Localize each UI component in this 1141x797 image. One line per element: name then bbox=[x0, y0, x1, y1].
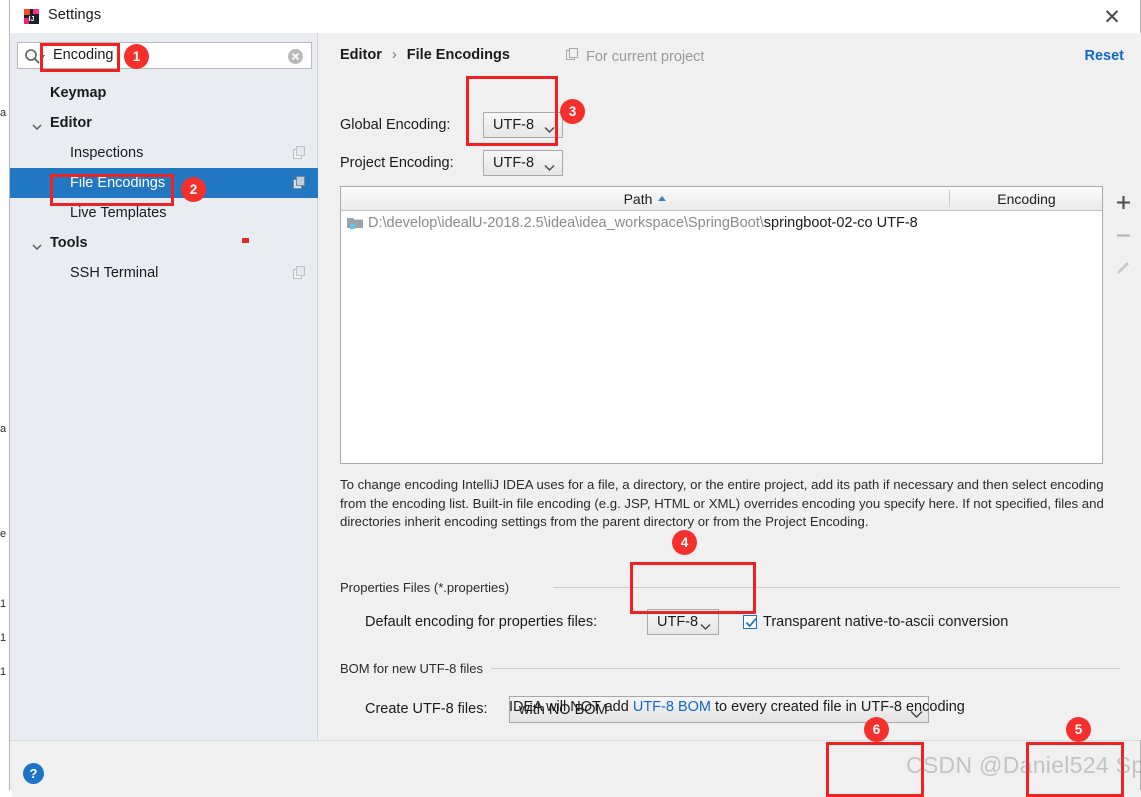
properties-section-title: Properties Files (*.properties) bbox=[340, 580, 517, 595]
sort-ascending-icon bbox=[658, 196, 667, 201]
sidebar-item-label: Keymap bbox=[50, 85, 107, 101]
settings-dialog: IJ Settings ✕ Encoding Keymap Editor Ins… bbox=[9, 0, 1141, 790]
breadcrumb-separator: › bbox=[391, 47, 397, 63]
project-encoding-label: Project Encoding: bbox=[340, 155, 454, 171]
breadcrumb-current: File Encodings bbox=[406, 47, 510, 63]
file-encodings-pane: Editor › File Encodings For current proj… bbox=[318, 33, 1141, 740]
sidebar-item-ssh-terminal[interactable]: SSH Terminal bbox=[10, 258, 318, 288]
global-encoding-select[interactable]: UTF-8 bbox=[483, 112, 563, 138]
background-glyph: 1 bbox=[0, 598, 7, 610]
column-header-path[interactable]: Path bbox=[341, 187, 949, 210]
properties-encoding-value: UTF-8 bbox=[657, 614, 699, 630]
reset-link[interactable]: Reset bbox=[1085, 48, 1125, 64]
project-encoding-select[interactable]: UTF-8 bbox=[483, 150, 563, 176]
row-path-prefix: D:\develop\idealU-2018.2.5\idea\idea_wor… bbox=[368, 215, 764, 231]
bom-section-divider bbox=[491, 668, 1120, 669]
encodings-table: Path Encoding D:\develop\idealU-2018.2.5… bbox=[340, 186, 1103, 464]
intellij-idea-icon: IJ bbox=[23, 8, 40, 25]
chevron-down-icon[interactable] bbox=[32, 239, 42, 250]
background-glyph: 1 bbox=[0, 666, 7, 678]
close-icon[interactable]: ✕ bbox=[1092, 4, 1132, 30]
bom-note-prefix: IDEA will NOT add bbox=[509, 699, 633, 715]
bom-note-link[interactable]: UTF-8 BOM bbox=[633, 699, 711, 715]
column-header-path-label: Path bbox=[623, 190, 653, 207]
screenshot-root: a a e 1 1 1 IJ Settings ✕ Encoding Keymap Edi… bbox=[0, 0, 1141, 797]
edit-path-button[interactable] bbox=[1103, 252, 1141, 285]
help-button[interactable]: ? bbox=[23, 763, 44, 784]
encodings-help-text: To change encoding IntelliJ IDEA uses fo… bbox=[340, 477, 1104, 529]
bom-note-suffix: to every created file in UTF-8 encoding bbox=[710, 699, 965, 715]
bom-section-title: BOM for new UTF-8 files bbox=[340, 661, 491, 676]
create-utf8-files-label: Create UTF-8 files: bbox=[365, 701, 488, 717]
sidebar-item-label: Editor bbox=[50, 115, 92, 131]
search-value: Encoding bbox=[53, 47, 114, 63]
copy-scope-icon bbox=[293, 266, 306, 279]
svg-text:IJ: IJ bbox=[29, 16, 35, 23]
search-icon[interactable] bbox=[24, 48, 50, 65]
remove-path-button[interactable] bbox=[1103, 219, 1141, 252]
column-header-encoding-label: Encoding bbox=[997, 190, 1056, 207]
dialog-titlebar: IJ Settings ✕ bbox=[10, 0, 1140, 34]
project-encoding-value: UTF-8 bbox=[493, 155, 535, 171]
column-header-encoding[interactable]: Encoding bbox=[950, 187, 1103, 210]
sidebar-item-keymap[interactable]: Keymap bbox=[10, 78, 318, 108]
chevron-down-icon bbox=[544, 160, 555, 172]
settings-sidebar: Encoding Keymap Editor Inspections File Enc… bbox=[10, 33, 318, 740]
global-encoding-value: UTF-8 bbox=[493, 117, 535, 133]
settings-nav: Keymap Editor Inspections File Encodings Liv… bbox=[10, 78, 318, 288]
chevron-down-icon bbox=[544, 122, 555, 134]
sidebar-item-label: Live Templates bbox=[70, 205, 167, 221]
copy-scope-icon bbox=[566, 48, 579, 65]
background-glyph: a bbox=[0, 107, 7, 119]
dialog-title: Settings bbox=[48, 7, 102, 23]
sidebar-item-editor[interactable]: Editor bbox=[10, 108, 318, 138]
sidebar-item-label: Inspections bbox=[70, 145, 144, 161]
folder-icon bbox=[347, 216, 363, 230]
for-current-project-text: For current project bbox=[586, 48, 705, 65]
sidebar-item-label: File Encodings bbox=[70, 175, 166, 191]
clear-circle-icon[interactable] bbox=[287, 48, 304, 65]
background-glyph: 1 bbox=[0, 632, 7, 644]
chevron-down-icon bbox=[700, 619, 711, 631]
global-encoding-label: Global Encoding: bbox=[340, 117, 451, 133]
transparent-conversion-checkbox[interactable] bbox=[743, 615, 757, 629]
copy-scope-icon bbox=[293, 146, 306, 159]
transparent-conversion-label[interactable]: Transparent native-to-ascii conversion bbox=[763, 614, 1008, 630]
sidebar-item-label: Tools bbox=[50, 235, 88, 251]
breadcrumb: Editor › File Encodings bbox=[340, 47, 510, 63]
row-path-name: springboot-02-co UTF-8 bbox=[763, 215, 918, 231]
copy-scope-icon bbox=[293, 176, 306, 189]
table-body: D:\develop\idealU-2018.2.5\idea\idea_wor… bbox=[341, 211, 1102, 235]
bom-note: IDEA will NOT add UTF-8 BOM to every cre… bbox=[509, 699, 965, 715]
default-properties-encoding-label: Default encoding for properties files: bbox=[365, 614, 598, 630]
search-input[interactable]: Encoding bbox=[17, 42, 312, 69]
properties-section-divider bbox=[553, 587, 1120, 588]
breadcrumb-parent[interactable]: Editor bbox=[340, 47, 382, 63]
modified-marker bbox=[242, 238, 249, 243]
background-glyph: a bbox=[0, 423, 7, 435]
table-toolbar bbox=[1103, 186, 1141, 464]
add-path-button[interactable] bbox=[1103, 186, 1141, 219]
sidebar-item-file-encodings[interactable]: File Encodings bbox=[10, 168, 318, 198]
table-row[interactable]: D:\develop\idealU-2018.2.5\idea\idea_wor… bbox=[341, 211, 1102, 235]
sidebar-item-label: SSH Terminal bbox=[70, 265, 159, 281]
properties-encoding-select[interactable]: UTF-8 bbox=[647, 609, 719, 635]
background-glyph: e bbox=[0, 528, 7, 540]
dialog-footer: ? OK Cancel Apply bbox=[10, 740, 1140, 790]
sidebar-item-live-templates[interactable]: Live Templates bbox=[10, 198, 318, 228]
sidebar-item-tools[interactable]: Tools bbox=[10, 228, 318, 258]
table-header: Path Encoding bbox=[341, 187, 1102, 211]
chevron-down-icon[interactable] bbox=[32, 119, 42, 130]
for-current-project-label: For current project bbox=[566, 48, 704, 65]
sidebar-item-inspections[interactable]: Inspections bbox=[10, 138, 318, 168]
